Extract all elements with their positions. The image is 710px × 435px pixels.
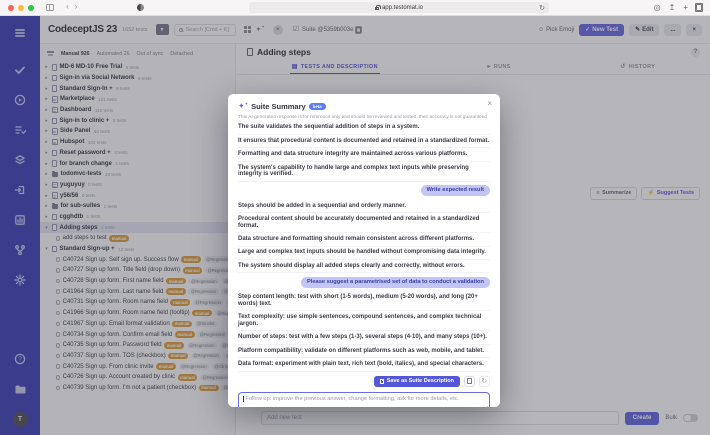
- ai-response-line: Platform compatibility: validate on diff…: [238, 345, 490, 358]
- ai-response-line: It ensures that procedural content is do…: [238, 135, 490, 148]
- ai-response-line: The suite validates the sequential addit…: [238, 122, 490, 135]
- forward-icon[interactable]: ›: [75, 3, 78, 11]
- modal-title: Suite Summary: [251, 102, 306, 111]
- ai-response-line: Procedural content should be accurately …: [238, 213, 490, 233]
- copy-icon: [467, 378, 472, 384]
- ai-response-line: Text complexity: use simple sentences, c…: [238, 311, 490, 331]
- follow-up-placeholder: Follow up: improve the previous answer, …: [245, 396, 459, 403]
- save-icon: [380, 379, 385, 384]
- text-cursor: [243, 396, 244, 403]
- sidebar-toggle-icon[interactable]: [46, 4, 54, 11]
- ai-response-line: Step content length: test with short (1-…: [238, 292, 490, 312]
- ai-response-line: The system's capability to handle large …: [238, 162, 490, 182]
- ai-response-line: Data format: experiment with plain text,…: [238, 358, 490, 371]
- window-controls[interactable]: [8, 5, 34, 11]
- new-tab-icon[interactable]: +: [683, 3, 688, 12]
- shield-icon[interactable]: [137, 4, 144, 11]
- copy-response-button[interactable]: [464, 376, 476, 388]
- save-label: Save as Suite Description: [387, 379, 454, 385]
- save-as-description-button[interactable]: Save as Suite Description: [374, 376, 460, 388]
- modal-close-icon[interactable]: ×: [487, 100, 492, 108]
- ai-response-line: Large and complex text inputs should be …: [238, 247, 490, 260]
- browser-chrome: ‹ › app.testomat.io ↻ ◎ ↥ +: [0, 0, 710, 16]
- suite-summary-modal: × ✦ Suite Summary beta This AI-generated…: [228, 94, 500, 407]
- minimize-window-icon[interactable]: [18, 5, 24, 11]
- lock-icon: [375, 7, 379, 10]
- address-bar[interactable]: app.testomat.io ↻: [249, 2, 549, 13]
- resize-grip[interactable]: [483, 406, 488, 407]
- regenerate-button[interactable]: ↻: [479, 376, 491, 388]
- profile-icon[interactable]: ◎: [654, 3, 661, 12]
- ai-response-line: Formatting and data structure integrity …: [238, 148, 490, 161]
- app-window: CodeceptJS 23 1652 tests ▼ Search [Cmd +…: [0, 16, 710, 435]
- follow-up-input[interactable]: Follow up: improve the previous answer, …: [238, 392, 490, 407]
- ai-disclaimer: This AI-generated response is for refere…: [238, 115, 490, 120]
- ai-conversation: The suite validates the sequential addit…: [238, 122, 490, 372]
- ai-response-line: Number of steps: test with a few steps (…: [238, 331, 490, 344]
- url-text: app.testomat.io: [382, 5, 423, 11]
- ai-response-line: Data structure and formatting should rem…: [238, 233, 490, 246]
- user-prompt-bubble: Write expected result: [421, 185, 490, 196]
- ai-sparkle-icon: ✦: [238, 102, 248, 111]
- share-icon[interactable]: ↥: [669, 3, 676, 12]
- maximize-window-icon[interactable]: [28, 5, 34, 11]
- tabs-icon[interactable]: [696, 4, 702, 11]
- close-window-icon[interactable]: [8, 5, 14, 11]
- beta-badge: beta: [309, 103, 326, 111]
- ai-response-line: Steps should be added in a sequential an…: [238, 200, 490, 213]
- ai-response-line: The system should display all added step…: [238, 260, 490, 273]
- user-prompt-bubble: Please suggest a parametrised set of dat…: [301, 277, 490, 288]
- back-icon[interactable]: ‹: [66, 3, 69, 11]
- refresh-icon: ↻: [481, 378, 487, 385]
- reload-icon[interactable]: ↻: [539, 4, 545, 12]
